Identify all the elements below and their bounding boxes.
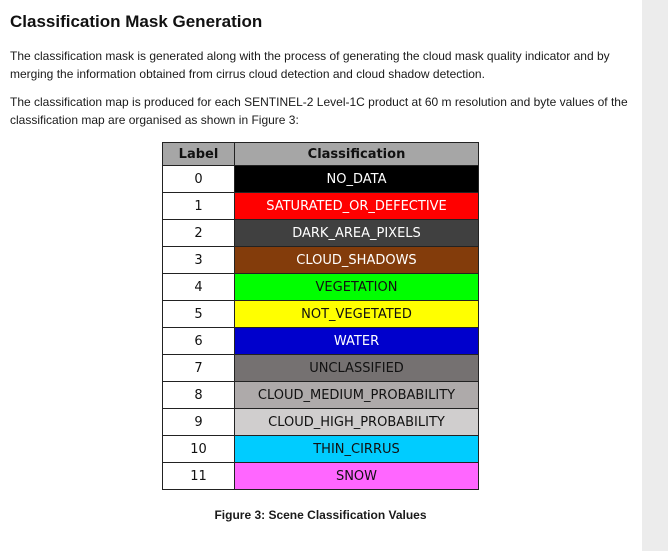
class-name-cell: CLOUD_HIGH_PROBABILITY xyxy=(234,408,479,436)
class-label-cell: 11 xyxy=(162,462,235,490)
table-row: 11 SNOW xyxy=(162,462,479,490)
table-row: 7 UNCLASSIFIED xyxy=(162,354,479,382)
header-label: Label xyxy=(162,142,235,166)
side-panel xyxy=(642,0,668,551)
section-heading: Classification Mask Generation xyxy=(10,12,263,31)
class-label-cell: 1 xyxy=(162,192,235,220)
class-label-cell: 0 xyxy=(162,165,235,193)
table-row: 1 SATURATED_OR_DEFECTIVE xyxy=(162,192,479,220)
class-label-cell: 9 xyxy=(162,408,235,436)
table-header-row: Label Classification xyxy=(162,142,479,166)
table-row: 6 WATER xyxy=(162,327,479,355)
class-name-cell: SNOW xyxy=(234,462,479,490)
class-name-cell: CLOUD_SHADOWS xyxy=(234,246,479,274)
paragraph-classification-map: The classification map is produced for e… xyxy=(10,95,628,127)
class-label-cell: 6 xyxy=(162,327,235,355)
class-label-cell: 4 xyxy=(162,273,235,301)
table-row: 2 DARK_AREA_PIXELS xyxy=(162,219,479,247)
document-content: Classification Mask Generation The class… xyxy=(0,0,642,551)
table-row: 9 CLOUD_HIGH_PROBABILITY xyxy=(162,408,479,436)
scene-classification-table: Label Classification 0 NO_DATA 1 SATURATED_… xyxy=(162,142,479,490)
table-row: 5 NOT_VEGETATED xyxy=(162,300,479,328)
class-label-cell: 10 xyxy=(162,435,235,463)
class-name-cell: DARK_AREA_PIXELS xyxy=(234,219,479,247)
table-row: 8 CLOUD_MEDIUM_PROBABILITY xyxy=(162,381,479,409)
class-name-cell: WATER xyxy=(234,327,479,355)
table-row: 4 VEGETATION xyxy=(162,273,479,301)
class-label-cell: 5 xyxy=(162,300,235,328)
class-name-cell: NOT_VEGETATED xyxy=(234,300,479,328)
table-row: 0 NO_DATA xyxy=(162,165,479,193)
table-row: 3 CLOUD_SHADOWS xyxy=(162,246,479,274)
header-classification: Classification xyxy=(234,142,479,166)
class-label-cell: 2 xyxy=(162,219,235,247)
class-name-cell: NO_DATA xyxy=(234,165,479,193)
table-row: 10 THIN_CIRRUS xyxy=(162,435,479,463)
class-label-cell: 3 xyxy=(162,246,235,274)
class-label-cell: 7 xyxy=(162,354,235,382)
class-name-cell: CLOUD_MEDIUM_PROBABILITY xyxy=(234,381,479,409)
figure-caption: Figure 3: Scene Classification Values xyxy=(214,508,427,522)
class-name-cell: VEGETATION xyxy=(234,273,479,301)
class-name-cell: SATURATED_OR_DEFECTIVE xyxy=(234,192,479,220)
class-name-cell: UNCLASSIFIED xyxy=(234,354,479,382)
class-name-cell: THIN_CIRRUS xyxy=(234,435,479,463)
paragraph-classification-mask: The classification mask is generated alo… xyxy=(10,49,610,81)
class-label-cell: 8 xyxy=(162,381,235,409)
